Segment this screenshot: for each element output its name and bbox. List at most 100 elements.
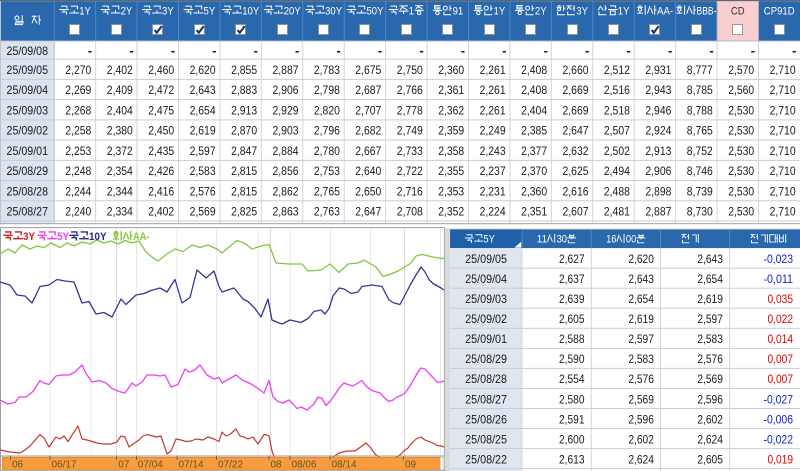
svg-text:2,530: 2,530 <box>728 124 754 138</box>
svg-text:2,402: 2,402 <box>148 205 174 219</box>
svg-text:2,708: 2,708 <box>397 205 423 219</box>
svg-text:-: - <box>378 43 382 58</box>
svg-text:1Y: 1Y <box>79 6 91 18</box>
svg-text:2,404: 2,404 <box>107 103 133 117</box>
svg-text:2,249: 2,249 <box>480 124 506 138</box>
svg-text:2,667: 2,667 <box>355 144 381 158</box>
svg-text:-: - <box>792 43 796 58</box>
svg-text:25/08/27: 25/08/27 <box>465 393 507 406</box>
svg-text:0,007: 0,007 <box>768 372 794 386</box>
svg-text:AA-: AA- <box>133 231 150 243</box>
svg-text:2,913: 2,913 <box>645 144 671 158</box>
svg-text:91: 91 <box>453 6 464 18</box>
svg-text:2,475: 2,475 <box>148 103 174 117</box>
svg-text:2,334: 2,334 <box>107 205 133 219</box>
svg-text:8,730: 8,730 <box>687 205 713 219</box>
svg-text:2,660: 2,660 <box>563 63 589 77</box>
svg-text:2,404: 2,404 <box>521 103 547 117</box>
svg-text:25/08/22: 25/08/22 <box>465 453 507 466</box>
svg-text:2,530: 2,530 <box>728 205 754 219</box>
svg-text:2,637: 2,637 <box>559 272 585 286</box>
svg-text:2,607: 2,607 <box>563 205 589 219</box>
svg-text:2,856: 2,856 <box>273 164 299 178</box>
svg-text:8,777: 8,777 <box>687 63 713 77</box>
svg-text:2,269: 2,269 <box>65 83 91 97</box>
svg-text:2,624: 2,624 <box>628 452 654 466</box>
svg-text:5Y: 5Y <box>57 231 70 243</box>
svg-text:2,654: 2,654 <box>697 272 723 286</box>
svg-text:-0,006: -0,006 <box>764 412 794 426</box>
svg-text:2,355: 2,355 <box>438 164 464 178</box>
svg-text:2,710: 2,710 <box>770 205 796 219</box>
svg-text:2,780: 2,780 <box>314 144 340 158</box>
svg-text:20Y: 20Y <box>284 6 302 18</box>
svg-text:07/14: 07/14 <box>179 459 204 470</box>
svg-text:CD: CD <box>731 6 745 18</box>
svg-text:2,530: 2,530 <box>728 144 754 158</box>
svg-text:2,650: 2,650 <box>355 184 381 198</box>
svg-text:2,627: 2,627 <box>559 252 585 266</box>
svg-text:2,569: 2,569 <box>190 205 216 219</box>
svg-text:25/09/02: 25/09/02 <box>7 125 49 138</box>
svg-text:2,580: 2,580 <box>559 392 585 406</box>
svg-text:2,903: 2,903 <box>273 124 299 138</box>
svg-text:2,796: 2,796 <box>314 124 340 138</box>
svg-text:2,554: 2,554 <box>559 372 585 386</box>
svg-text:8,788: 8,788 <box>687 103 713 117</box>
svg-text:25/09/05: 25/09/05 <box>465 253 507 266</box>
svg-text:2,605: 2,605 <box>559 312 585 326</box>
svg-text:2,261: 2,261 <box>480 103 506 117</box>
svg-text:2,778: 2,778 <box>397 103 423 117</box>
svg-text:2,359: 2,359 <box>438 124 464 138</box>
svg-text:50Y: 50Y <box>367 6 385 18</box>
svg-text:2,640: 2,640 <box>355 164 381 178</box>
svg-text:2,710: 2,710 <box>770 184 796 198</box>
svg-text:2,591: 2,591 <box>559 412 585 426</box>
svg-text:30: 30 <box>557 234 567 246</box>
svg-text:2,620: 2,620 <box>190 63 216 77</box>
svg-text:2,619: 2,619 <box>697 292 723 306</box>
svg-text:2,597: 2,597 <box>190 144 216 158</box>
svg-text:06: 06 <box>12 459 24 470</box>
svg-text:2,716: 2,716 <box>397 184 423 198</box>
svg-text:2,488: 2,488 <box>604 184 630 198</box>
svg-text:2,710: 2,710 <box>770 103 796 117</box>
svg-text:2,261: 2,261 <box>480 63 506 77</box>
svg-text:2,749: 2,749 <box>397 124 423 138</box>
svg-text:2,569: 2,569 <box>628 392 654 406</box>
svg-text:2,354: 2,354 <box>107 164 133 178</box>
svg-text:2,597: 2,597 <box>697 312 723 326</box>
svg-text:2,596: 2,596 <box>697 392 723 406</box>
svg-text:-: - <box>585 43 589 58</box>
svg-text:2,619: 2,619 <box>628 312 654 326</box>
svg-text:2,707: 2,707 <box>355 103 381 117</box>
svg-text:0,035: 0,035 <box>768 292 794 306</box>
svg-text:2,576: 2,576 <box>190 184 216 198</box>
svg-text:25/08/29: 25/08/29 <box>465 353 507 366</box>
svg-text:2,516: 2,516 <box>604 83 630 97</box>
svg-text:2,600: 2,600 <box>559 432 585 446</box>
svg-text:-: - <box>129 43 133 58</box>
svg-text:2,231: 2,231 <box>480 184 506 198</box>
svg-text:0,007: 0,007 <box>768 352 794 366</box>
svg-text:5Y: 5Y <box>204 6 216 18</box>
svg-text:2,268: 2,268 <box>65 103 91 117</box>
svg-text:2,602: 2,602 <box>697 412 723 426</box>
svg-text:2,643: 2,643 <box>190 83 216 97</box>
svg-text:2,765: 2,765 <box>314 184 340 198</box>
svg-text:25/09/05: 25/09/05 <box>7 64 49 77</box>
svg-text:25/09/04: 25/09/04 <box>7 84 49 97</box>
svg-text:30Y: 30Y <box>325 6 343 18</box>
svg-text:2,616: 2,616 <box>563 184 589 198</box>
svg-text:-0,027: -0,027 <box>764 392 794 406</box>
svg-text:2,710: 2,710 <box>770 83 796 97</box>
svg-text:07/22: 07/22 <box>218 459 243 470</box>
svg-text:2,783: 2,783 <box>314 63 340 77</box>
svg-text:2,763: 2,763 <box>314 205 340 219</box>
svg-text:25/09/08: 25/09/08 <box>7 45 49 58</box>
svg-text:-: - <box>709 43 713 58</box>
svg-text:2,560: 2,560 <box>728 83 754 97</box>
svg-text:2,530: 2,530 <box>728 164 754 178</box>
svg-text:-: - <box>419 43 423 58</box>
svg-text:07: 07 <box>118 459 130 470</box>
